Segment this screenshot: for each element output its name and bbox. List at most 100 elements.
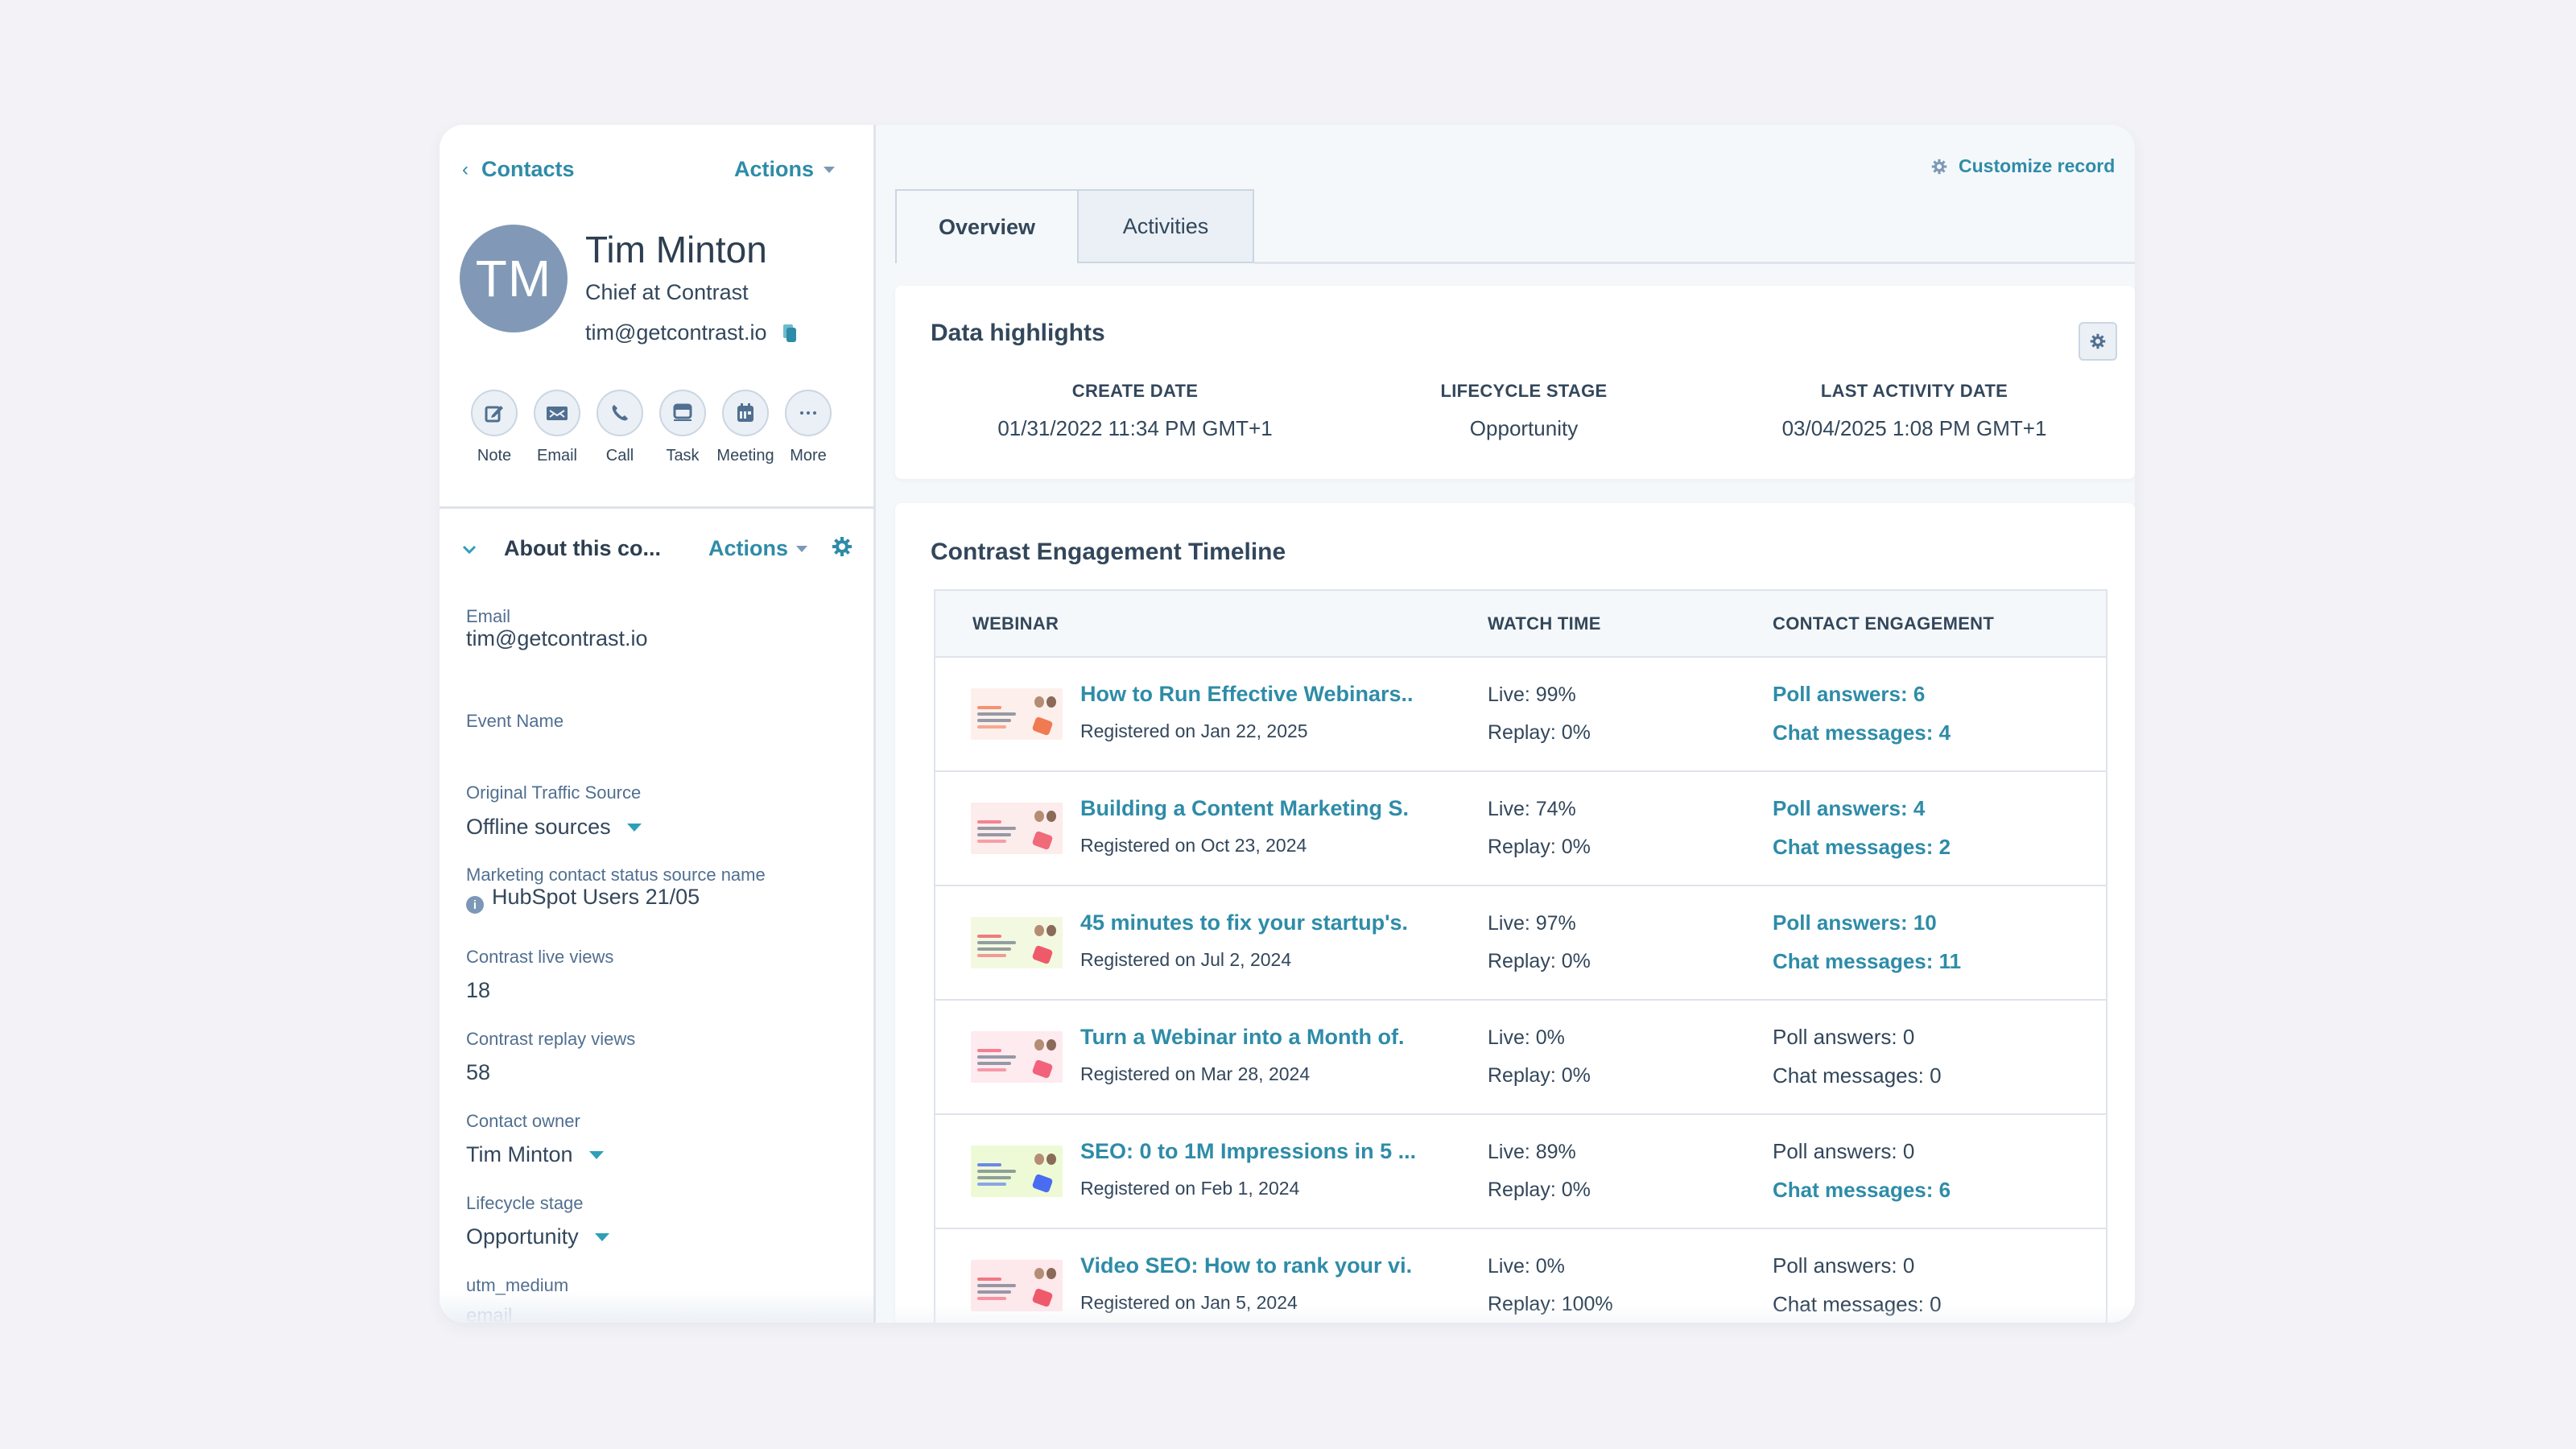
data-highlights-card: Data highlights CREATE DATE 01/31/2022 1… xyxy=(895,286,2135,479)
table-row: 45 minutes to fix your startup's. Registe… xyxy=(935,886,2106,1001)
data-highlights-settings-button[interactable] xyxy=(2079,322,2117,361)
chat-messages[interactable]: Chat messages: 2 xyxy=(1773,835,1951,860)
more-label: More xyxy=(790,447,827,464)
call-label: Call xyxy=(605,447,634,464)
tab-overview[interactable]: Overview xyxy=(895,189,1079,263)
traffic-source-value: Offline sources xyxy=(466,815,611,839)
thumbnail-speakers xyxy=(1034,925,1056,936)
column-header-watch-time: WATCH TIME xyxy=(1488,613,1601,634)
email-label: Email xyxy=(536,447,577,464)
chat-messages[interactable]: Chat messages: 11 xyxy=(1773,949,1961,974)
watch-time-live: Live: 97% xyxy=(1488,912,1576,935)
poll-answers[interactable]: Poll answers: 10 xyxy=(1773,910,1937,935)
field-value-marketing-status-source[interactable]: i HubSpot Users 21/05 xyxy=(466,885,700,914)
field-label-replay-views: Contrast replay views xyxy=(466,1029,636,1049)
caret-down-icon xyxy=(824,166,836,173)
webinar-title-link[interactable]: How to Run Effective Webinars.. xyxy=(1080,682,1418,707)
about-section-title[interactable]: About this co... xyxy=(504,536,697,561)
watch-time-replay: Replay: 0% xyxy=(1488,721,1591,744)
field-value-traffic-source[interactable]: Offline sources xyxy=(466,815,642,840)
table-body: How to Run Effective Webinars.. Registere… xyxy=(935,658,2106,1323)
thumbnail-badge xyxy=(1031,830,1054,851)
actions-dropdown[interactable]: Actions xyxy=(734,157,836,182)
timeline-table: WEBINAR WATCH TIME CONTACT ENGAGEMENT Ho… xyxy=(934,589,2107,1323)
record-tabs: Overview Activities xyxy=(895,189,1254,263)
gear-icon[interactable] xyxy=(832,536,852,561)
field-value-utm-medium[interactable]: email xyxy=(466,1305,512,1323)
highlight-create-date: CREATE DATE 01/31/2022 11:34 PM GMT+1 xyxy=(974,381,1296,441)
table-row: Building a Content Marketing S. Registere… xyxy=(935,772,2106,886)
poll-answers[interactable]: Poll answers: 6 xyxy=(1773,682,1925,707)
more-icon xyxy=(800,411,816,415)
webinar-thumbnail[interactable] xyxy=(971,803,1063,854)
marketing-status-value: HubSpot Users 21/05 xyxy=(492,885,700,909)
webinar-registered-date: Registered on Mar 28, 2024 xyxy=(1080,1063,1311,1084)
chat-messages[interactable]: Chat messages: 4 xyxy=(1773,720,1951,745)
meeting-button-circle xyxy=(722,390,769,436)
webinar-thumbnail[interactable] xyxy=(971,1146,1063,1197)
chevron-left-icon: ‹ xyxy=(462,158,469,180)
watch-time-live: Live: 99% xyxy=(1488,683,1576,706)
call-button[interactable]: Call xyxy=(597,390,643,465)
webinar-title-link[interactable]: Video SEO: How to rank your vi. xyxy=(1080,1253,1418,1278)
field-value-lifecycle-stage[interactable]: Opportunity xyxy=(466,1224,609,1249)
task-button-circle xyxy=(659,390,706,436)
caret-down-icon xyxy=(588,1150,604,1159)
highlight-label: CREATE DATE xyxy=(1071,381,1199,401)
email-button[interactable]: Email xyxy=(534,390,580,465)
avatar: TM xyxy=(460,225,568,332)
copy-icon[interactable] xyxy=(782,324,796,342)
table-row: Turn a Webinar into a Month of. Registere… xyxy=(935,1001,2106,1115)
highlight-value: 01/31/2022 11:34 PM GMT+1 xyxy=(997,416,1273,440)
caret-down-icon xyxy=(626,823,642,832)
thumbnail-speakers xyxy=(1034,1268,1056,1279)
webinar-thumbnail[interactable] xyxy=(971,688,1063,740)
webinar-title-link[interactable]: Turn a Webinar into a Month of. xyxy=(1080,1025,1418,1050)
webinar-title-link[interactable]: 45 minutes to fix your startup's. xyxy=(1080,910,1418,935)
highlight-lifecycle-stage: LIFECYCLE STAGE Opportunity xyxy=(1363,381,1685,441)
watch-time-replay: Replay: 100% xyxy=(1488,1293,1613,1315)
field-value-replay-views[interactable]: 58 xyxy=(466,1060,490,1085)
more-button[interactable]: More xyxy=(785,390,832,465)
about-actions-label: Actions xyxy=(708,536,789,560)
webinar-thumbnail[interactable] xyxy=(971,917,1063,968)
note-button[interactable]: Note xyxy=(471,390,518,465)
poll-answers[interactable]: Poll answers: 4 xyxy=(1773,796,1925,821)
contact-email-row: tim@getcontrast.io xyxy=(585,320,796,345)
contact-name: Tim Minton xyxy=(585,229,767,270)
caret-down-icon xyxy=(594,1232,609,1241)
webinar-title-link[interactable]: SEO: 0 to 1M Impressions in 5 ... xyxy=(1080,1139,1418,1164)
watch-time-live: Live: 0% xyxy=(1488,1026,1565,1049)
about-section-header: About this co... Actions xyxy=(462,536,857,561)
meeting-button[interactable]: Meeting xyxy=(716,390,774,465)
tab-activities[interactable]: Activities xyxy=(1079,189,1254,263)
field-label-email: Email xyxy=(466,606,511,626)
table-row: How to Run Effective Webinars.. Registere… xyxy=(935,658,2106,772)
task-button[interactable]: Task xyxy=(659,390,706,465)
highlight-label: LIFECYCLE STAGE xyxy=(1440,381,1608,401)
timeline-title: Contrast Engagement Timeline xyxy=(931,539,1286,565)
column-header-webinar: WEBINAR xyxy=(972,613,1059,634)
chevron-down-icon[interactable] xyxy=(462,539,486,559)
actions-label: Actions xyxy=(734,157,815,181)
thumbnail-text xyxy=(977,820,1022,846)
chat-messages[interactable]: Chat messages: 6 xyxy=(1773,1178,1951,1203)
info-icon: i xyxy=(466,896,484,914)
webinar-thumbnail[interactable] xyxy=(971,1260,1063,1311)
contact-sidebar: ‹ Contacts Actions TM Tim Minton Chief a… xyxy=(440,125,876,1323)
about-actions-dropdown[interactable]: Actions xyxy=(708,536,808,561)
customize-record-link[interactable]: Customize record xyxy=(1931,155,2115,177)
field-value-contact-owner[interactable]: Tim Minton xyxy=(466,1142,604,1167)
thumbnail-badge xyxy=(1031,1059,1054,1080)
field-value-email[interactable]: tim@getcontrast.io xyxy=(466,626,648,651)
webinar-thumbnail[interactable] xyxy=(971,1031,1063,1083)
highlight-value: Opportunity xyxy=(1469,416,1579,440)
webinar-title-link[interactable]: Building a Content Marketing S. xyxy=(1080,796,1418,821)
phone-icon xyxy=(612,405,628,421)
field-value-live-views[interactable]: 18 xyxy=(466,978,490,1003)
back-to-contacts-link[interactable]: ‹ Contacts xyxy=(462,157,575,182)
thumbnail-text xyxy=(977,1163,1022,1189)
field-label-live-views: Contrast live views xyxy=(466,947,614,967)
field-label-lifecycle-stage: Lifecycle stage xyxy=(466,1193,584,1213)
contact-owner-value: Tim Minton xyxy=(466,1142,573,1166)
